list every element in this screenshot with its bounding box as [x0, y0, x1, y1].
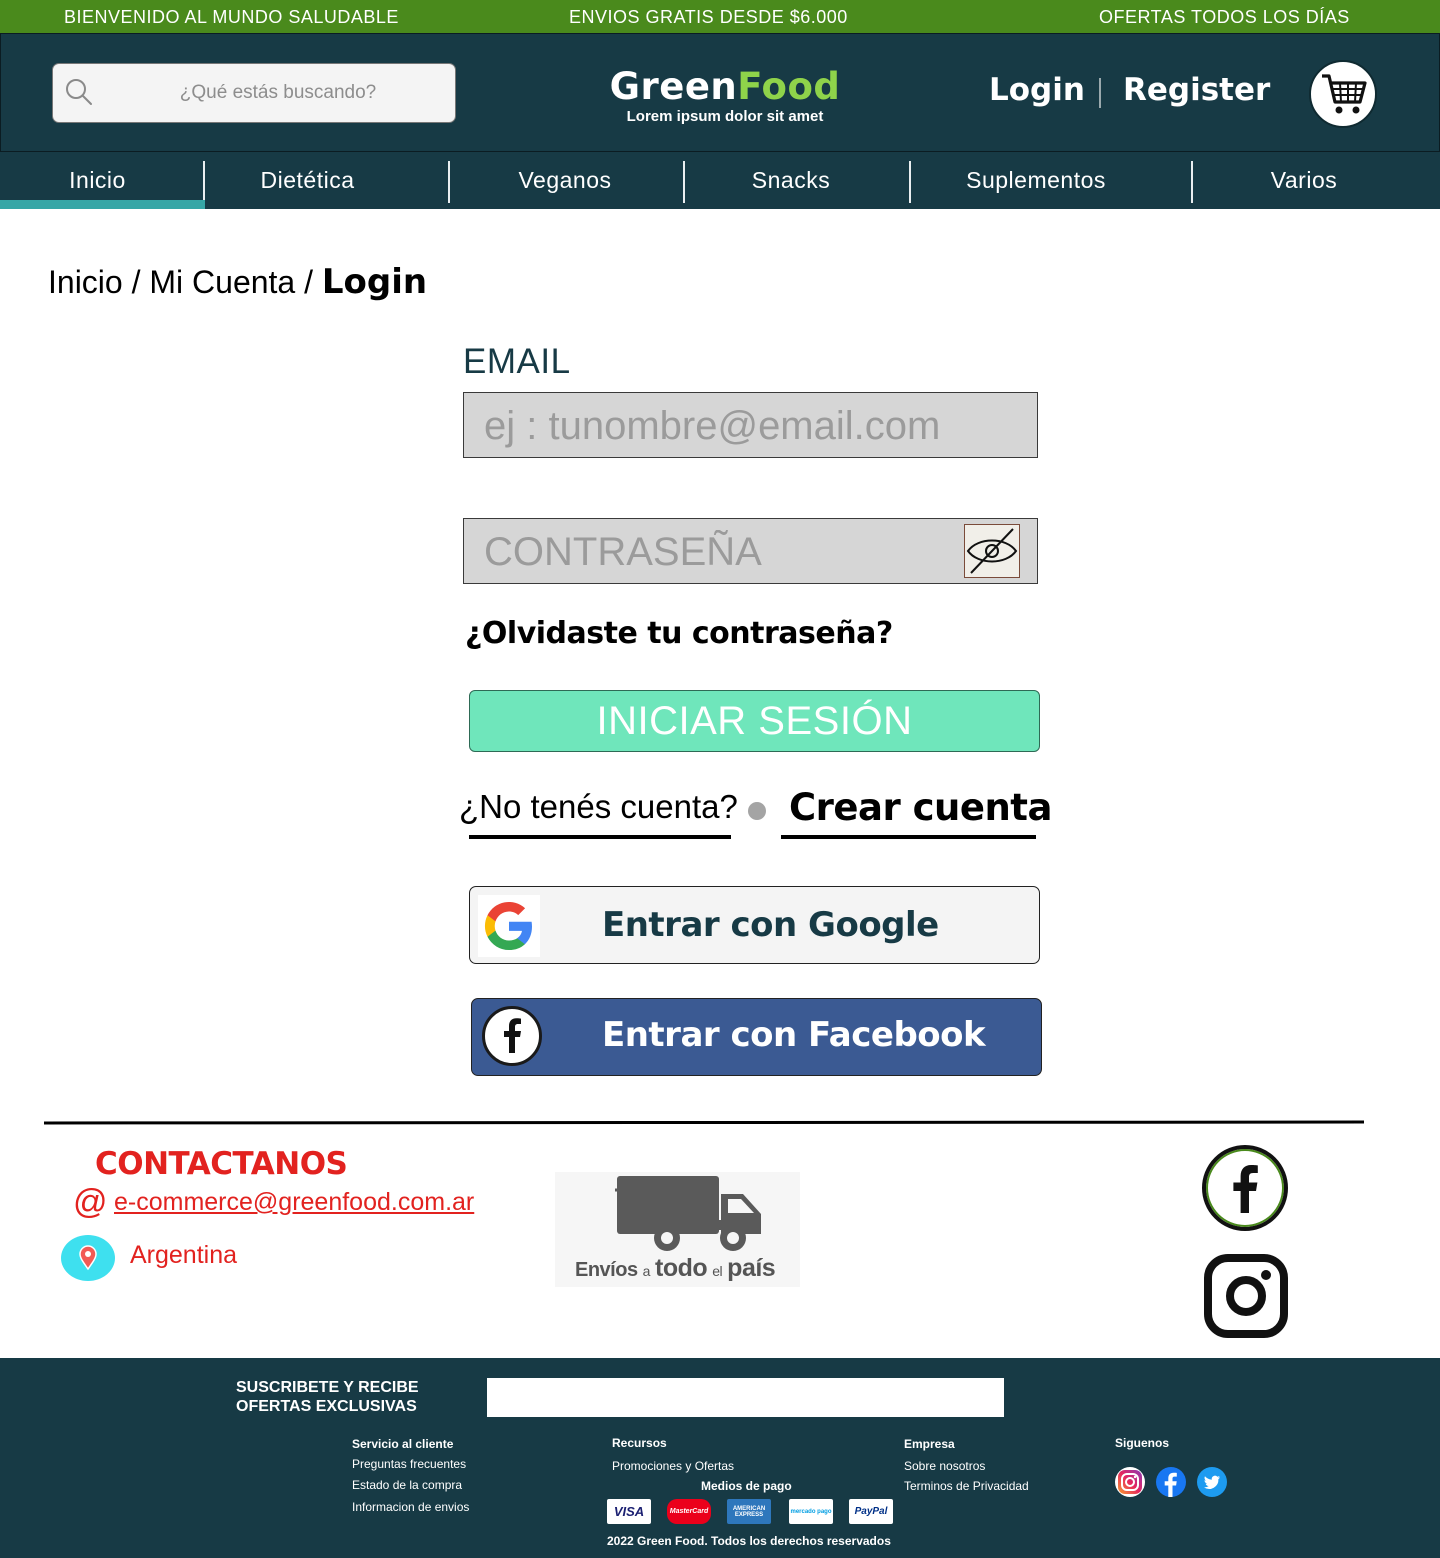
facebook-icon [1233, 1165, 1258, 1213]
no-account-text: ¿No tenés cuenta? [459, 788, 738, 825]
create-account-underline [781, 835, 1036, 839]
contact-title: CONTACTANOS [95, 1146, 348, 1182]
facebook-login-button[interactable]: Entrar con Facebook [471, 998, 1042, 1076]
breadcrumb-home[interactable]: Inicio [48, 264, 123, 300]
promo-welcome: BIENVENIDO AL MUNDO SALUDABLE [64, 7, 399, 27]
auth-divider [1099, 78, 1101, 108]
facebook-social-link[interactable] [1202, 1145, 1288, 1231]
payment-paypal-icon: PayPal [849, 1499, 893, 1524]
footer-facebook-link[interactable] [1156, 1467, 1186, 1497]
footer-instagram-link[interactable] [1115, 1467, 1145, 1497]
nav-item-snacks[interactable]: Snacks [685, 152, 897, 209]
facebook-icon [482, 1006, 542, 1066]
login-page: BIENVENIDO AL MUNDO SALUDABLE ENVIOS GRA… [0, 0, 1440, 1558]
footer-link-about[interactable]: Sobre nosotros [904, 1459, 985, 1473]
google-icon [478, 895, 540, 957]
content-divider [43, 1120, 1365, 1125]
footer-company-title: Empresa [904, 1437, 955, 1451]
footer-resources-title: Recursos [612, 1436, 667, 1450]
promo-daily-offers: OFERTAS TODOS LOS DÍAS [1099, 7, 1350, 27]
login-link[interactable]: Login [989, 72, 1085, 108]
eye-off-icon [966, 528, 1018, 574]
toggle-password-visibility-button[interactable] [964, 524, 1020, 578]
breadcrumb-account[interactable]: Mi Cuenta [149, 264, 295, 300]
breadcrumb-current: Login [321, 262, 428, 302]
nav-item-suplementos[interactable]: Suplementos [911, 152, 1161, 209]
forgot-password-link[interactable]: ¿Olvidaste tu contraseña? [465, 616, 893, 651]
create-account-link[interactable]: Crear cuenta [789, 786, 1052, 829]
subscribe-email-input[interactable] [487, 1378, 1004, 1417]
logo-text: GreenFood [609, 65, 841, 108]
footer-twitter-link[interactable] [1197, 1467, 1227, 1497]
copyright: 2022 Green Food. Todos los derechos rese… [607, 1534, 891, 1548]
google-login-label: Entrar con Google [602, 905, 939, 945]
shipping-badge: Envíos a todo el país [555, 1172, 800, 1287]
promo-bar: BIENVENIDO AL MUNDO SALUDABLE ENVIOS GRA… [0, 0, 1440, 33]
contact-country: Argentina [130, 1241, 238, 1269]
cart-button[interactable] [1309, 60, 1377, 128]
footer-link-privacy[interactable]: Terminos de Privacidad [904, 1479, 1029, 1493]
password-input[interactable] [484, 529, 954, 575]
search-box[interactable] [52, 63, 456, 123]
delivery-truck-icon [615, 1176, 761, 1251]
password-field[interactable] [463, 518, 1038, 584]
google-login-button[interactable]: Entrar con Google [469, 886, 1040, 964]
instagram-social-link[interactable] [1203, 1253, 1289, 1339]
promo-free-shipping: ENVIOS GRATIS DESDE $6.000 [569, 7, 848, 27]
footer-link-faq[interactable]: Preguntas frecuentes [352, 1457, 466, 1471]
footer: SUSCRIBETE Y RECIBE OFERTAS EXCLUSIVAS S… [0, 1358, 1440, 1558]
contact-email-link[interactable]: e-commerce@greenfood.com.ar [114, 1188, 474, 1217]
shopping-cart-icon [1322, 74, 1367, 114]
header: GreenFood Lorem ipsum dolor sit amet Log… [0, 33, 1440, 152]
nav-item-varios[interactable]: Varios [1193, 152, 1415, 209]
footer-link-promotions[interactable]: Promociones y Ofertas [612, 1459, 734, 1473]
logo[interactable]: GreenFood Lorem ipsum dolor sit amet [601, 65, 849, 126]
search-icon[interactable] [65, 78, 93, 106]
breadcrumb: Inicio / Mi Cuenta / Login [48, 262, 427, 302]
email-at-icon: @ [73, 1183, 108, 1221]
login-submit-button[interactable]: INICIAR SESIÓN [469, 690, 1040, 752]
payment-mercadopago-icon: mercado pago [789, 1499, 833, 1524]
email-field[interactable] [463, 392, 1038, 458]
nav-active-indicator [0, 200, 205, 209]
breadcrumb-separator: / [131, 264, 141, 300]
footer-link-shipping-info[interactable]: Informacion de envios [352, 1500, 469, 1514]
register-link[interactable]: Register [1123, 72, 1270, 108]
search-input[interactable] [113, 74, 443, 112]
payment-methods-title: Medios de pago [701, 1479, 792, 1493]
no-account-underline [469, 835, 731, 839]
instagram-icon [1204, 1254, 1288, 1338]
main-nav: Inicio Dietética Veganos Snacks Suplemen… [0, 152, 1440, 209]
footer-customer-title: Servicio al cliente [352, 1437, 454, 1451]
nav-item-dietetica[interactable]: Dietética [205, 152, 410, 209]
breadcrumb-separator: / [304, 264, 313, 300]
instagram-icon [1118, 1470, 1142, 1494]
email-label: EMAIL [463, 342, 571, 381]
payment-mastercard-icon: MasterCard [667, 1499, 711, 1524]
location-pin-icon [61, 1235, 115, 1281]
nav-item-veganos[interactable]: Veganos [450, 152, 680, 209]
subscribe-title: SUSCRIBETE Y RECIBE OFERTAS EXCLUSIVAS [236, 1379, 419, 1415]
separator-dot [748, 802, 766, 820]
payment-visa-icon: VISA [607, 1499, 651, 1524]
footer-link-order-status[interactable]: Estado de la compra [352, 1478, 462, 1492]
payment-amex-icon: AMERICAN EXPRESS [727, 1499, 771, 1524]
facebook-icon [1164, 1472, 1177, 1497]
shipping-caption: Envíos a todo el país [575, 1254, 776, 1282]
email-input[interactable] [484, 403, 954, 449]
twitter-icon [1204, 1475, 1220, 1489]
footer-follow-title: Siguenos [1115, 1436, 1170, 1450]
logo-tagline: Lorem ipsum dolor sit amet [626, 108, 824, 125]
facebook-login-label: Entrar con Facebook [602, 1015, 986, 1055]
